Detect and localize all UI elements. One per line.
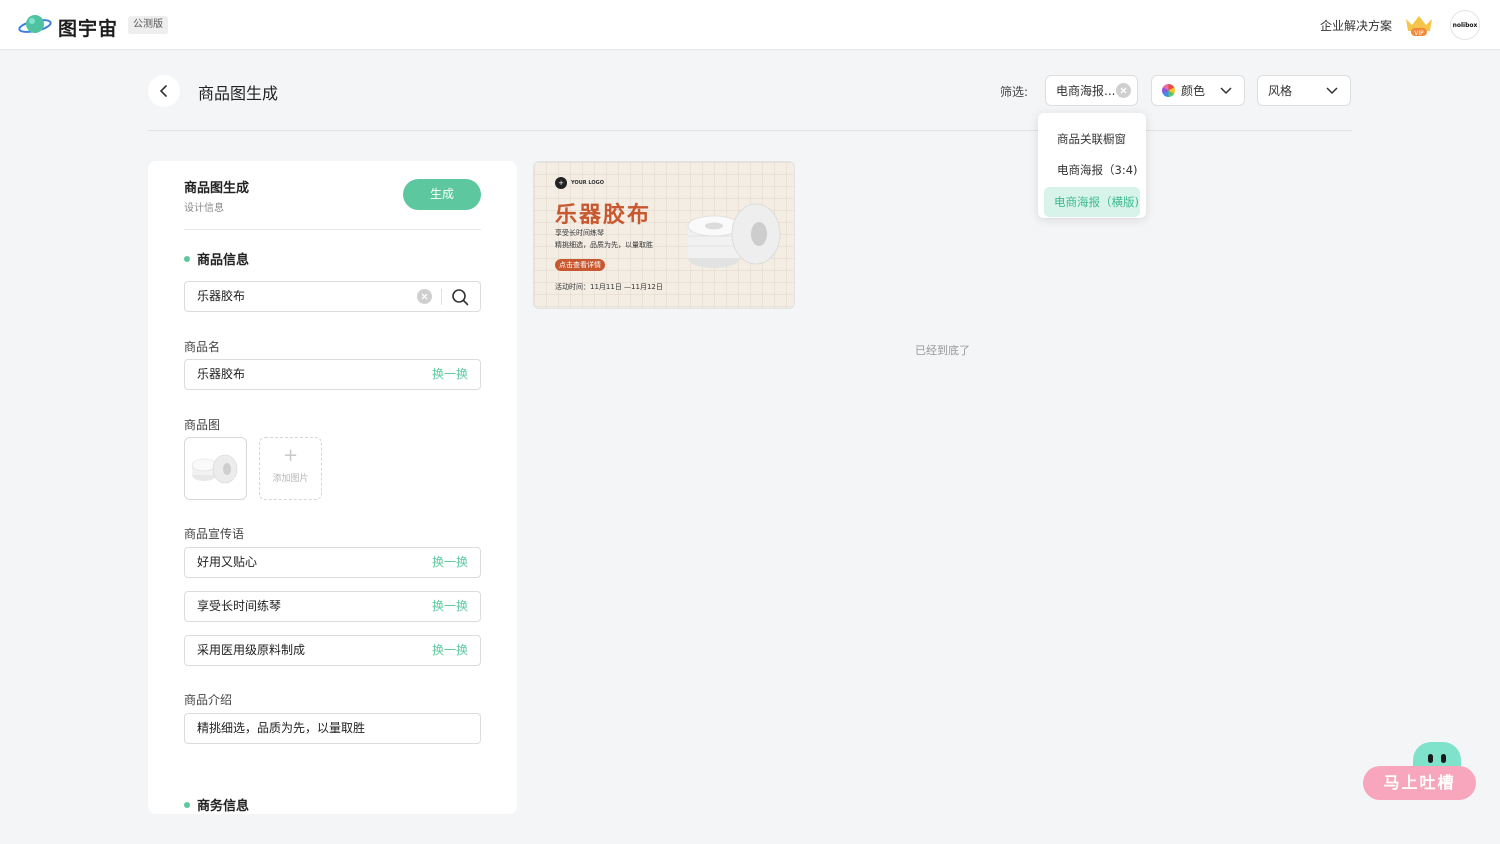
swap-button[interactable]: 换一换: [432, 636, 468, 665]
slogan-value: 好用又贴心: [197, 555, 258, 569]
poster-cta: 点击查看详情: [555, 259, 605, 271]
vip-label: VIP: [1414, 30, 1424, 37]
panel-title: 商品图生成: [184, 181, 250, 196]
feedback-label: 马上吐槽: [1363, 766, 1476, 800]
app-logo[interactable]: 图宇宙: [18, 12, 118, 42]
poster-headline: 乐器胶布: [555, 203, 652, 228]
vip-crown-icon[interactable]: VIP: [1403, 13, 1435, 41]
brand-name: 图宇宙: [58, 17, 119, 40]
swap-button[interactable]: 换一换: [432, 548, 468, 577]
enterprise-solutions-link[interactable]: 企业解决方案: [1320, 17, 1392, 34]
poster-logo: + YOUR LOGO: [555, 177, 604, 189]
user-avatar[interactable]: nolibox: [1450, 10, 1480, 40]
category-filter-value: 电商海报...: [1056, 84, 1116, 98]
bullet-dot: [184, 255, 190, 262]
bullet-dot: [184, 801, 190, 808]
plus-icon: +: [282, 445, 299, 466]
search-separator: [441, 289, 442, 305]
back-button[interactable]: [148, 75, 180, 107]
chevron-down-icon: [1326, 84, 1338, 99]
feedback-button[interactable]: 马上吐槽: [1363, 742, 1477, 802]
slogan-field[interactable]: 采用医用级原料制成 换一换: [184, 635, 481, 666]
product-name-value: 乐器胶布: [197, 367, 246, 381]
business-info-label: 商务信息: [197, 799, 250, 814]
color-filter-label: 颜色: [1181, 84, 1206, 98]
poster-logo-text: YOUR LOGO: [571, 180, 604, 186]
header-divider: [148, 130, 1352, 131]
dropdown-item-showcase[interactable]: 商品关联橱窗: [1044, 124, 1140, 154]
intro-label: 商品介绍: [184, 693, 233, 707]
generate-button[interactable]: 生成: [403, 179, 481, 210]
end-of-list-text: 已经到底了: [915, 344, 970, 357]
dropdown-item-poster-landscape[interactable]: 电商海报（横版): [1044, 187, 1140, 217]
poster-date: 活动时间：11月11日 —11月12日: [555, 283, 663, 291]
design-info-panel: 商品图生成 设计信息 生成 商品信息 乐器胶布 商品名 乐器胶布 换一换 商品图…: [148, 161, 517, 814]
dropdown-item-poster-3-4[interactable]: 电商海报（3:4): [1044, 155, 1140, 185]
product-image-label: 商品图: [184, 418, 221, 432]
product-image-thumbnail[interactable]: [184, 437, 247, 500]
tape-product-image: [684, 198, 784, 282]
chevron-down-icon: [1220, 84, 1232, 99]
panel-subtitle: 设计信息: [184, 203, 224, 214]
intro-value: 精挑细选，品质为先，以量取胜: [197, 721, 366, 735]
category-dropdown: 商品关联橱窗 电商海报（3:4) 电商海报（横版): [1038, 113, 1146, 218]
clear-search-icon[interactable]: [417, 289, 432, 304]
slogan-field[interactable]: 好用又贴心 换一换: [184, 547, 481, 578]
clear-filter-icon[interactable]: [1116, 83, 1131, 98]
slogan-label: 商品宣传语: [184, 527, 245, 541]
mascot-eye: [1428, 754, 1433, 763]
product-info-heading: 商品信息: [184, 249, 249, 268]
color-wheel-icon: [1162, 84, 1175, 97]
filter-label: 筛选:: [1000, 85, 1029, 99]
intro-field[interactable]: 精挑细选，品质为先，以量取胜: [184, 713, 481, 744]
poster-line-2: 精挑细选，品质为先，以量取胜: [555, 241, 653, 249]
slogan-value: 采用医用级原料制成: [197, 643, 306, 657]
poster-result-card[interactable]: + YOUR LOGO 乐器胶布 享受长时间练琴 精挑细选，品质为先，以量取胜 …: [533, 161, 795, 309]
product-info-label: 商品信息: [197, 253, 250, 268]
mascot-eye: [1441, 754, 1446, 763]
planet-icon: [18, 12, 52, 42]
color-filter[interactable]: 颜色: [1151, 75, 1245, 106]
swap-button[interactable]: 换一换: [432, 592, 468, 621]
add-image-button[interactable]: + 添加图片: [259, 437, 322, 500]
top-bar: 图宇宙 公测版 企业解决方案 VIP nolibox: [0, 0, 1500, 50]
page-title: 商品图生成: [198, 84, 279, 103]
product-search-input[interactable]: 乐器胶布: [184, 281, 481, 312]
poster-line-1: 享受长时间练琴: [555, 229, 604, 237]
business-info-heading: 商务信息: [184, 795, 249, 814]
panel-divider: [184, 229, 481, 230]
search-icon[interactable]: [451, 288, 469, 317]
swap-button[interactable]: 换一换: [432, 360, 468, 389]
style-filter[interactable]: 风格: [1257, 75, 1351, 106]
beta-badge: 公测版: [128, 16, 168, 34]
product-name-field[interactable]: 乐器胶布 换一换: [184, 359, 481, 390]
product-name-label: 商品名: [184, 340, 221, 354]
style-filter-label: 风格: [1268, 84, 1293, 98]
slogan-value: 享受长时间练琴: [197, 599, 282, 613]
logo-icon: +: [555, 177, 567, 189]
category-filter[interactable]: 电商海报...: [1045, 75, 1138, 106]
slogan-field[interactable]: 享受长时间练琴 换一换: [184, 591, 481, 622]
add-image-label: 添加图片: [272, 474, 309, 484]
search-value: 乐器胶布: [197, 289, 246, 303]
chevron-left-icon: [159, 82, 169, 101]
